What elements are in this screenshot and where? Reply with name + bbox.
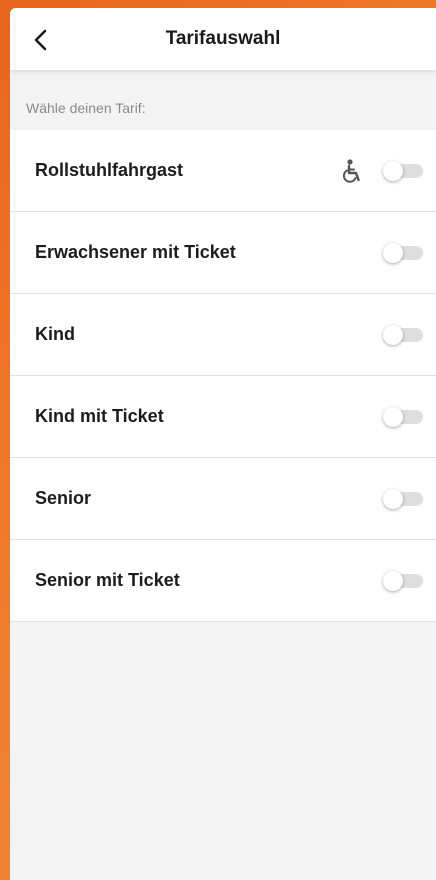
tariff-toggle[interactable]: [383, 407, 423, 427]
tariff-label: Rollstuhlfahrgast: [35, 160, 184, 180]
toggle-knob: [383, 325, 403, 345]
tariff-label: Kind mit Ticket: [35, 406, 164, 426]
tariff-toggle[interactable]: [383, 489, 423, 509]
section-label: Wähle deinen Tarif:: [26, 100, 146, 116]
tariff-toggle[interactable]: [383, 161, 423, 181]
tariff-label: Kind: [35, 324, 75, 344]
tariff-list: Rollstuhlfahrgast Erwachsener mit Ticket…: [10, 130, 436, 622]
tariff-label: Senior mit Ticket: [35, 570, 180, 590]
tariff-toggle[interactable]: [383, 571, 423, 591]
page-title: Tarifauswahl: [165, 28, 281, 49]
app-header: Tarifauswahl: [10, 8, 436, 70]
toggle-knob: [383, 489, 403, 509]
tariff-row-senior[interactable]: Senior: [10, 458, 436, 540]
tariff-toggle[interactable]: [383, 325, 423, 345]
toggle-knob: [383, 571, 403, 591]
tariff-row-kind[interactable]: Kind: [10, 294, 436, 376]
tariff-label: Erwachsener mit Ticket: [35, 242, 236, 262]
toggle-knob: [383, 161, 403, 181]
tariff-row-rollstuhlfahrgast[interactable]: Rollstuhlfahrgast: [10, 130, 436, 212]
tariff-row-erwachsener-mit-ticket[interactable]: Erwachsener mit Ticket: [10, 212, 436, 294]
tariff-row-kind-mit-ticket[interactable]: Kind mit Ticket: [10, 376, 436, 458]
tariff-toggle[interactable]: [383, 243, 423, 263]
tariff-label: Senior: [35, 488, 92, 508]
tariff-screen: Tarifauswahl Wähle deinen Tarif: Rollstu…: [10, 8, 436, 880]
wheelchair-icon: [342, 159, 360, 183]
toggle-knob: [383, 407, 403, 427]
toggle-knob: [383, 243, 403, 263]
tariff-row-senior-mit-ticket[interactable]: Senior mit Ticket: [10, 540, 436, 622]
